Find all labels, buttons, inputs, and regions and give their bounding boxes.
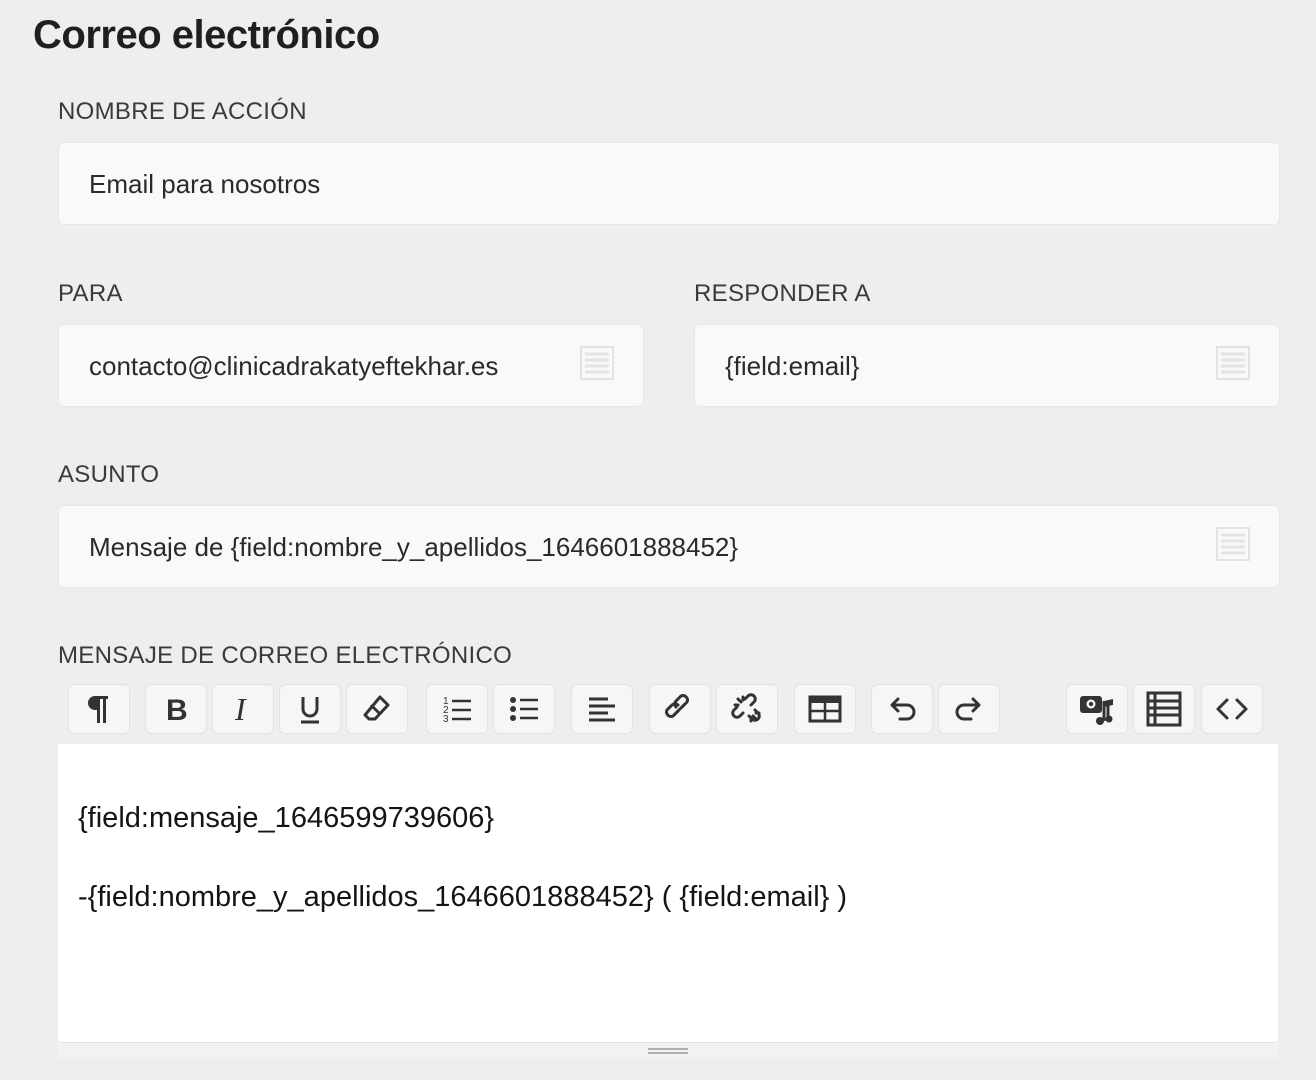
table-icon: [808, 695, 842, 723]
action-name-label: NOMBRE DE ACCIÓN: [58, 98, 307, 125]
underline-button[interactable]: [279, 684, 341, 734]
merge-tags-icon[interactable]: [579, 345, 615, 381]
merge-tags-icon: [1146, 691, 1182, 727]
bold-icon: B: [166, 694, 188, 725]
undo-icon: [890, 697, 916, 721]
reply-to-label: RESPONDER A: [694, 280, 871, 307]
action-name-value: Email para nosotros: [89, 169, 321, 199]
unordered-list-button[interactable]: [493, 684, 555, 734]
subject-label: ASUNTO: [58, 461, 160, 488]
table-button[interactable]: [794, 684, 856, 734]
merge-tags-button[interactable]: [1133, 684, 1195, 734]
merge-tags-icon[interactable]: [1215, 345, 1251, 381]
redo-button[interactable]: [938, 684, 1000, 734]
reply-to-value: {field:email}: [725, 351, 860, 381]
eraser-button[interactable]: [346, 684, 408, 734]
message-label: MENSAJE DE CORREO ELECTRÓNICO: [58, 642, 513, 669]
align-left-button[interactable]: [571, 684, 633, 734]
ordered-list-icon: 1 2 3: [443, 696, 471, 725]
unordered-list-icon: [510, 697, 538, 721]
grip-icon: [648, 1048, 688, 1054]
code-view-button[interactable]: [1201, 684, 1263, 734]
unlink-icon: [731, 693, 761, 723]
italic-icon: I: [234, 693, 247, 725]
code-view-icon: [1216, 698, 1248, 720]
unlink-button[interactable]: [716, 684, 778, 734]
subject-value: Mensaje de {field:nombre_y_apellidos_164…: [89, 532, 739, 562]
svg-text:I: I: [234, 693, 247, 725]
merge-tags-icon[interactable]: [1215, 526, 1251, 562]
bold-button[interactable]: B: [145, 684, 207, 734]
message-editor[interactable]: {field:mensaje_1646599739606} -{field:no…: [58, 744, 1278, 1042]
media-button[interactable]: [1066, 684, 1128, 734]
eraser-icon: [363, 695, 390, 721]
link-icon: [665, 694, 689, 718]
ordered-list-button[interactable]: 1 2 3: [426, 684, 488, 734]
redo-icon: [955, 697, 981, 721]
to-label: PARA: [58, 280, 123, 307]
to-value: contacto@clinicadrakatyeftekhar.es: [89, 351, 499, 381]
action-name-input[interactable]: Email para nosotros: [58, 142, 1280, 225]
media-icon: [1080, 696, 1113, 725]
to-input[interactable]: contacto@clinicadrakatyeftekhar.es: [58, 324, 644, 407]
svg-text:B: B: [166, 694, 188, 725]
svg-text:3: 3: [443, 714, 449, 725]
link-button[interactable]: [649, 684, 711, 734]
paragraph-button[interactable]: [68, 684, 130, 734]
message-line: {field:mensaje_1646599739606}: [78, 802, 495, 834]
message-line: -{field:nombre_y_apellidos_1646601888452…: [78, 881, 848, 913]
editor-resize-handle[interactable]: [58, 1042, 1278, 1058]
reply-to-input[interactable]: {field:email}: [694, 324, 1280, 407]
page-title: Correo electrónico: [33, 13, 380, 57]
undo-button[interactable]: [871, 684, 933, 734]
paragraph-icon: [88, 696, 108, 723]
underline-icon: [301, 697, 319, 724]
italic-button[interactable]: I: [212, 684, 274, 734]
align-left-icon: [589, 697, 615, 722]
subject-input[interactable]: Mensaje de {field:nombre_y_apellidos_164…: [58, 505, 1280, 588]
